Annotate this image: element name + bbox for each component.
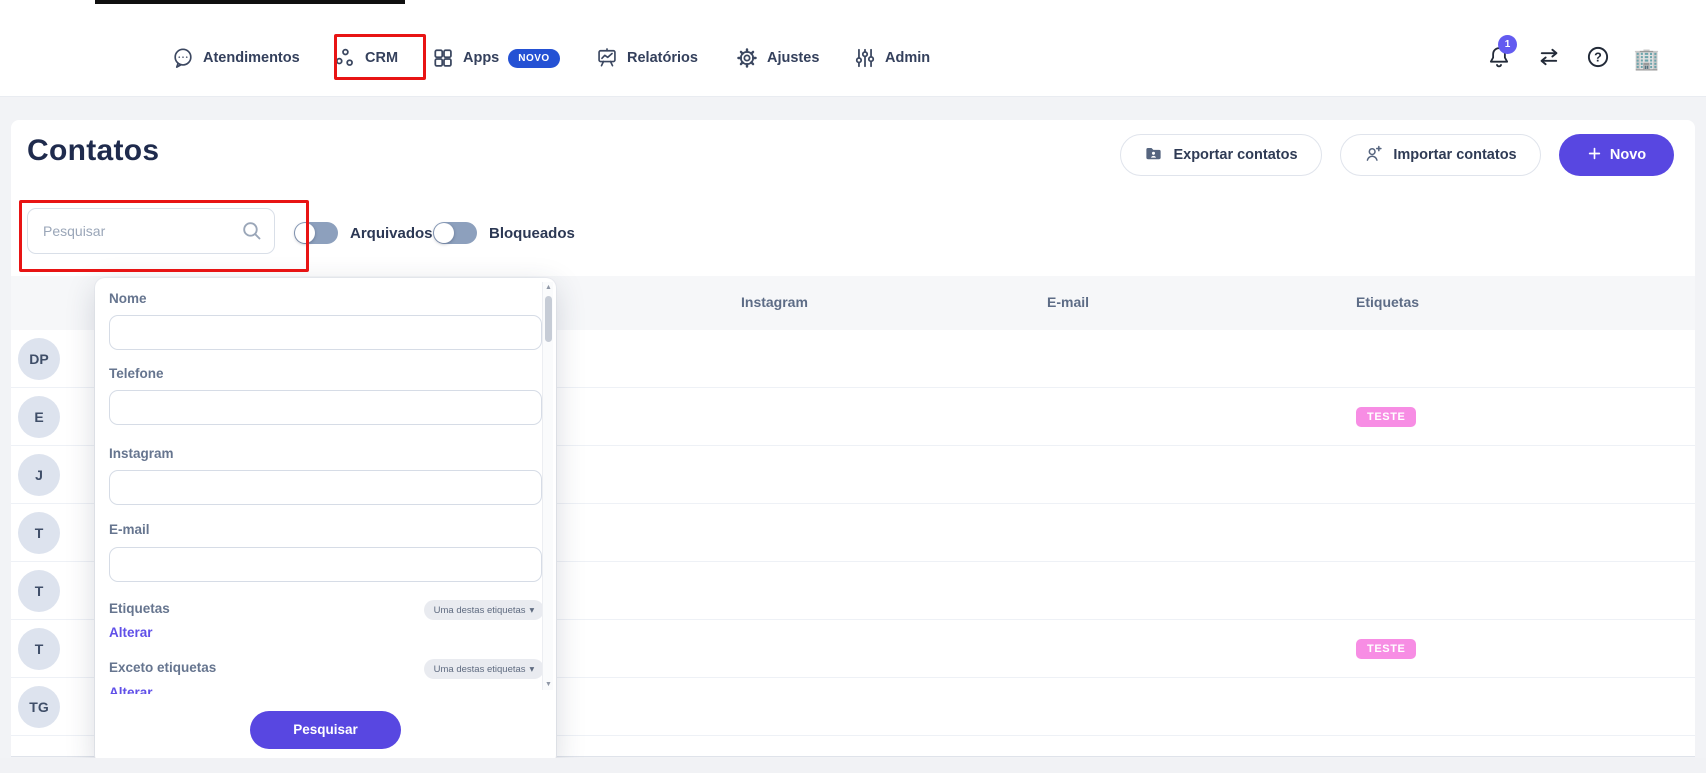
column-header-etiquetas: Etiquetas [1356, 294, 1419, 310]
phone-field-label: Telefone [109, 366, 164, 381]
blocked-toggle-group: Bloqueados [433, 211, 575, 255]
notifications-button[interactable]: 1 [1484, 44, 1514, 74]
tags-mode-dropdown[interactable]: Uma destas etiquetas ▾ [424, 600, 544, 620]
blocked-toggle[interactable] [433, 222, 477, 244]
nav-item-label: Ajustes [767, 50, 819, 66]
avatar: T [18, 628, 60, 670]
name-field[interactable] [109, 315, 542, 350]
export-contacts-label: Exportar contatos [1173, 147, 1297, 163]
chevron-down-icon: ▾ [530, 605, 535, 616]
nav-item-atendimentos[interactable]: Atendimentos [172, 36, 300, 80]
email-field-label: E-mail [109, 522, 150, 537]
nav-item-label: Atendimentos [203, 50, 300, 66]
nav-item-apps[interactable]: Apps NOVO [432, 36, 560, 80]
tags-section-label: Etiquetas [109, 601, 170, 616]
avatar: TG [18, 686, 60, 728]
avatar: J [18, 454, 60, 496]
cell-etiquetas: TESTE [1356, 639, 1416, 659]
archived-toggle-label: Arquivados [350, 225, 433, 242]
nav-item-admin[interactable]: Admin [854, 36, 930, 80]
chat-icon [172, 47, 194, 69]
advanced-search-popup: Nome Telefone Instagram E-mail Etiquetas… [95, 278, 556, 765]
top-nav: Atendimentos CRM Apps [0, 0, 1706, 97]
svg-text:?: ? [1594, 50, 1602, 64]
import-user-plus-icon [1364, 144, 1383, 167]
avatar: E [18, 396, 60, 438]
import-contacts-button[interactable]: Importar contatos [1340, 134, 1541, 176]
nav-item-ajustes[interactable]: Ajustes [736, 36, 819, 80]
company-button[interactable]: 🏢 [1632, 44, 1662, 74]
plus-icon [1587, 146, 1602, 165]
help-button[interactable]: ? [1583, 44, 1613, 74]
toggle-knob [434, 223, 454, 243]
chevron-down-icon: ▾ [530, 664, 535, 675]
page-title: Contatos [27, 134, 159, 168]
new-contact-button[interactable]: Novo [1559, 134, 1674, 176]
scrollbar-thumb[interactable] [545, 296, 552, 342]
crm-contacts-screen: Atendimentos CRM Apps [0, 0, 1706, 773]
avatar: DP [18, 338, 60, 380]
building-icon: 🏢 [1634, 49, 1660, 70]
reports-icon [596, 47, 618, 69]
except-tags-mode-label: Uma destas etiquetas [434, 664, 526, 675]
tags-mode-label: Uma destas etiquetas [434, 605, 526, 616]
help-icon: ? [1586, 45, 1610, 74]
nav-item-relatorios[interactable]: Relatórios [596, 36, 698, 80]
nav-item-label: Admin [885, 50, 930, 66]
import-contacts-label: Importar contatos [1393, 147, 1516, 163]
tag-badge: TESTE [1356, 407, 1416, 427]
annotation-box-crm [334, 34, 426, 80]
instagram-field-label: Instagram [109, 446, 174, 461]
tag-badge: TESTE [1356, 639, 1416, 659]
column-header-email: E-mail [1047, 294, 1089, 310]
name-field-label: Nome [109, 291, 147, 306]
annotation-box-search [19, 200, 309, 272]
popup-scrollbar[interactable]: ▲ ▼ [542, 282, 553, 690]
settings-icon [736, 47, 758, 69]
email-field[interactable] [109, 547, 542, 582]
nav-item-label: Apps [463, 50, 499, 66]
popup-search-button[interactable]: Pesquisar [250, 711, 401, 749]
archived-toggle-group: Arquivados [294, 211, 433, 255]
tags-alter-link[interactable]: Alterar [109, 625, 153, 640]
blocked-toggle-label: Bloqueados [489, 225, 575, 242]
except-tags-section-label: Exceto etiquetas [109, 660, 216, 675]
popup-scroll-area: Nome Telefone Instagram E-mail Etiquetas… [95, 278, 556, 694]
switch-account-button[interactable] [1534, 44, 1564, 74]
swap-arrows-icon [1537, 45, 1561, 74]
cell-etiquetas: TESTE [1356, 407, 1416, 427]
popup-footer: Pesquisar [95, 694, 556, 765]
export-contacts-button[interactable]: Exportar contatos [1120, 134, 1322, 176]
except-tags-mode-dropdown[interactable]: Uma destas etiquetas ▾ [424, 659, 544, 679]
top-black-line [95, 0, 405, 4]
scroll-up-arrow-icon[interactable]: ▲ [543, 284, 554, 291]
new-contact-label: Novo [1610, 147, 1646, 163]
novo-badge: NOVO [508, 49, 559, 68]
column-header-instagram: Instagram [741, 294, 808, 310]
nav-item-label: Relatórios [627, 50, 698, 66]
phone-field[interactable] [109, 390, 542, 425]
apps-icon [432, 47, 454, 69]
admin-icon [854, 47, 876, 69]
scroll-down-arrow-icon[interactable]: ▼ [543, 681, 554, 688]
except-tags-alter-link[interactable]: Alterar [109, 685, 153, 694]
avatar: T [18, 570, 60, 612]
instagram-field[interactable] [109, 470, 542, 505]
avatar: T [18, 512, 60, 554]
notification-count-badge: 1 [1498, 35, 1517, 54]
export-folder-icon [1144, 144, 1163, 167]
page-bottom-strip [0, 758, 1706, 773]
